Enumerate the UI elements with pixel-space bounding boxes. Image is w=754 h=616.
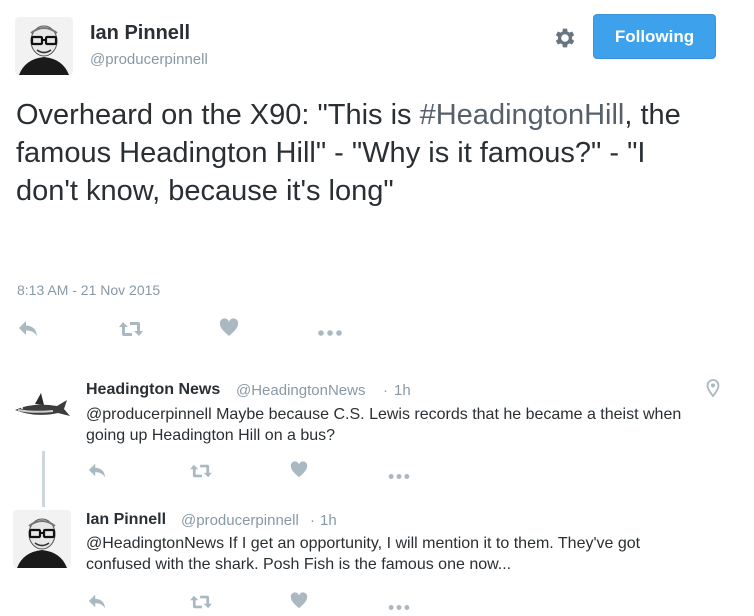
more-icon[interactable] [388,467,410,485]
more-icon[interactable] [388,598,410,616]
more-icon[interactable] [318,324,342,342]
tweet-text: Overheard on the X90: "This is #Headingt… [16,96,706,210]
like-icon[interactable] [290,592,308,615]
reply-text: @HeadingtonNews If I get an opportunity,… [86,535,641,573]
reply-time[interactable]: 1h [320,512,337,529]
hashtag-link[interactable]: #HeadingtonHill [420,99,625,131]
following-button[interactable]: Following [593,14,716,59]
reply-icon[interactable] [17,318,39,343]
reply-author-handle[interactable]: @producerpinnell [181,512,299,529]
reply-separator: · [310,512,315,529]
tweet-timestamp[interactable]: 8:13 AM - 21 Nov 2015 [17,282,160,298]
reply-separator: · [383,382,388,399]
thread-connector [42,451,45,507]
reply-icon[interactable] [87,461,107,484]
reply-avatar-shark[interactable] [13,380,71,438]
like-icon[interactable] [290,461,308,484]
avatar-portrait-icon [13,510,71,568]
reply-avatar-ian[interactable] [13,510,71,568]
author-handle[interactable]: @producerpinnell [90,51,208,68]
author-avatar[interactable] [15,17,73,75]
gear-icon[interactable] [552,25,578,51]
retweet-icon[interactable] [189,593,213,616]
location-pin-icon[interactable] [706,379,720,402]
avatar-portrait-icon [15,17,73,75]
reply-text: @producerpinnell Maybe because C.S. Lewi… [86,406,682,444]
reply-author-name[interactable]: Headington News [86,381,220,399]
reply-author-name[interactable]: Ian Pinnell [86,511,166,529]
retweet-icon[interactable] [189,462,213,485]
tweet-text-start: Overheard on the X90: "This is [16,99,420,131]
retweet-icon[interactable] [118,319,144,344]
like-icon[interactable] [219,318,239,343]
author-name[interactable]: Ian Pinnell [90,22,190,45]
shark-icon [13,380,71,438]
reply-author-handle[interactable]: @HeadingtonNews [236,382,365,399]
reply-time[interactable]: 1h [394,382,411,399]
reply-icon[interactable] [87,592,107,615]
